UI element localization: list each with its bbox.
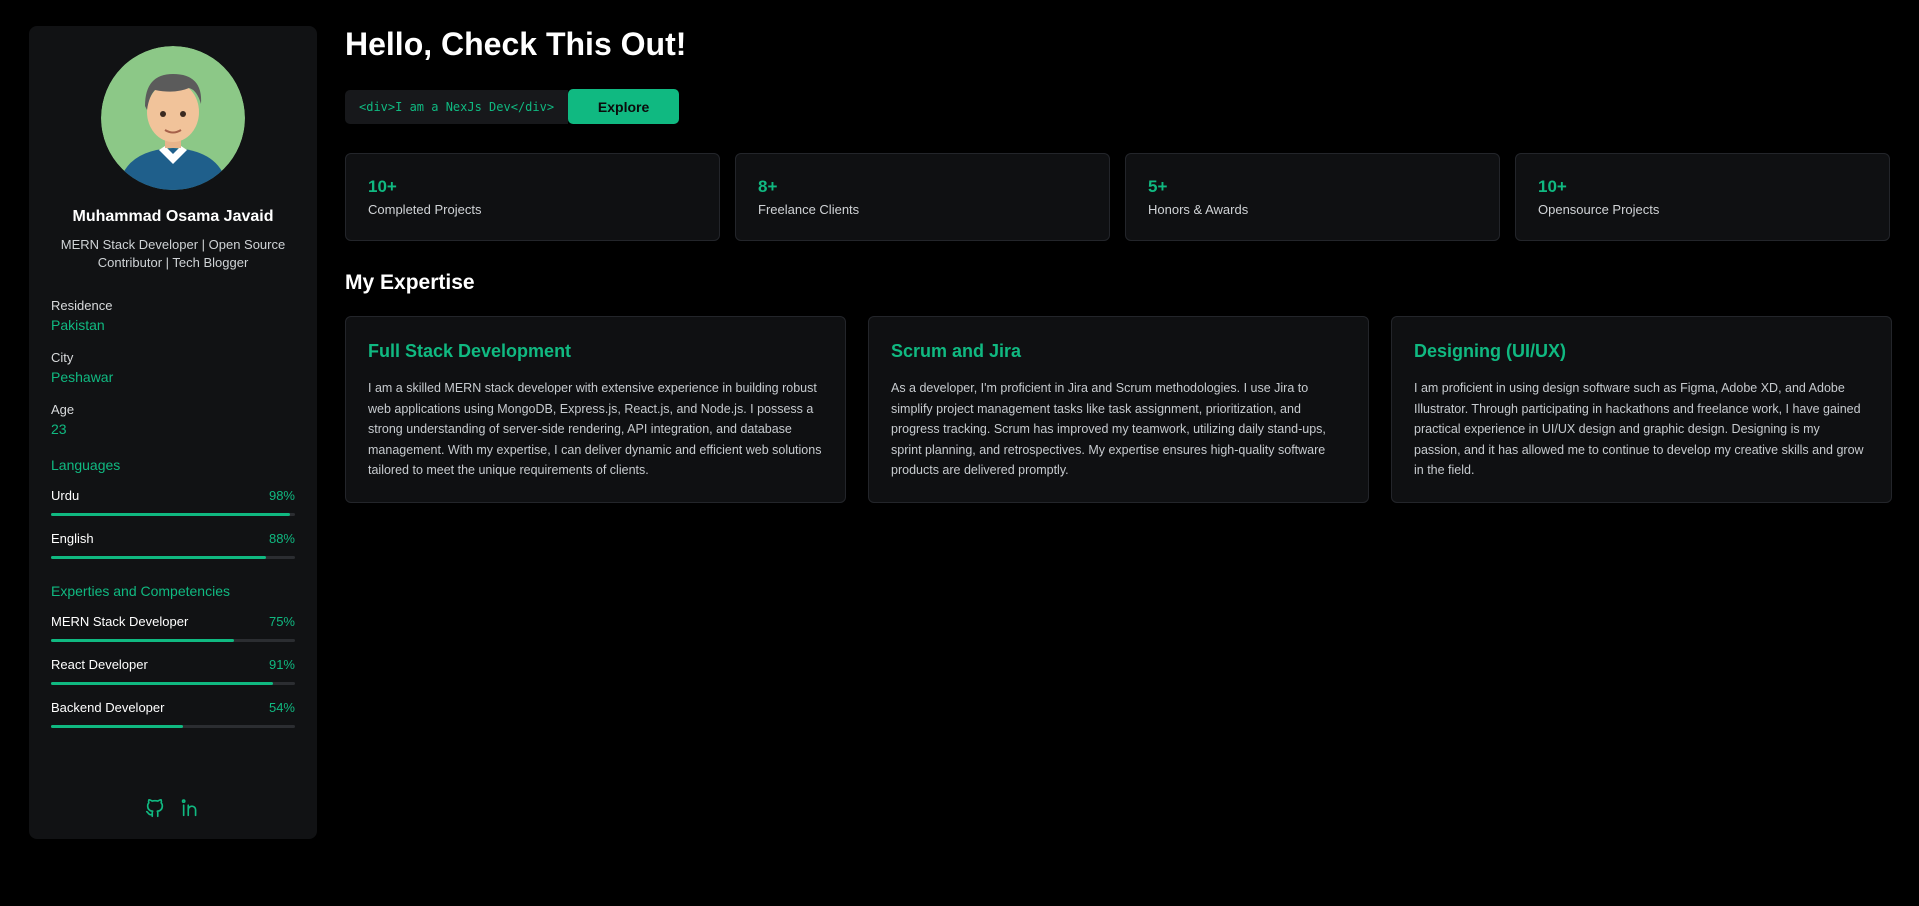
expertise-title: My Expertise (345, 271, 475, 294)
page-heading: Hello, Check This Out! (345, 26, 687, 62)
skill-percent: 54% (268, 700, 295, 715)
competency-backend: Backend Developer 54% (51, 700, 295, 728)
social-links (29, 797, 317, 819)
skill-name: React Developer (51, 657, 148, 672)
card-text: As a developer, I'm proficient in Jira a… (891, 381, 1326, 477)
card-title: Designing (UI/UX) (1414, 341, 1566, 361)
stat-card: 10+ Completed Projects (345, 153, 720, 241)
progress-fill (51, 556, 266, 559)
profile-title: MERN Stack Developer | Open Source Contr… (60, 237, 286, 270)
competencies-title: Experties and Competencies (51, 583, 230, 599)
skill-percent: 91% (268, 657, 295, 672)
info-age: Age 23 (51, 402, 295, 437)
expertise-card-scrum: Scrum and Jira As a developer, I'm profi… (868, 316, 1369, 503)
expertise-card-fullstack: Full Stack Development I am a skilled ME… (345, 316, 846, 503)
progress-fill (51, 682, 274, 685)
stat-value: 5+ (1148, 177, 1168, 196)
competency-mern: MERN Stack Developer 75% (51, 614, 295, 642)
page: Muhammad Osama Javaid MERN Stack Develop… (0, 0, 1919, 906)
intro-row: <div>I am a NexJs Dev</div> Explore (345, 89, 1892, 124)
stat-label: Completed Projects (368, 202, 482, 217)
info-value: Pakistan (51, 317, 105, 333)
stat-card: 10+ Opensource Projects (1515, 153, 1890, 241)
avatar (101, 46, 245, 190)
stat-card: 8+ Freelance Clients (735, 153, 1110, 241)
progress-bar (51, 725, 295, 728)
skill-name: English (51, 531, 94, 546)
progress-bar (51, 682, 295, 685)
skill-percent: 88% (268, 531, 295, 546)
skill-name: Backend Developer (51, 700, 165, 715)
info-label: City (51, 350, 74, 365)
expertise-cards: Full Stack Development I am a skilled ME… (345, 316, 1892, 503)
info-city: City Peshawar (51, 350, 295, 385)
code-snippet: <div>I am a NexJs Dev</div> (345, 89, 569, 124)
progress-bar (51, 556, 295, 559)
profile-sidebar: Muhammad Osama Javaid MERN Stack Develop… (29, 26, 317, 839)
progress-fill (51, 513, 291, 516)
stat-label: Freelance Clients (758, 202, 860, 217)
skill-percent: 75% (268, 614, 295, 629)
card-text: I am proficient in using design software… (1414, 381, 1864, 477)
linkedin-icon[interactable] (180, 797, 202, 819)
card-text: I am a skilled MERN stack developer with… (368, 381, 822, 477)
stat-value: 10+ (1538, 177, 1567, 196)
languages-title: Languages (51, 457, 121, 473)
main-content: Hello, Check This Out! <div>I am a NexJs… (345, 0, 1892, 503)
stat-card: 5+ Honors & Awards (1125, 153, 1500, 241)
competency-react: React Developer 91% (51, 657, 295, 685)
info-residence: Residence Pakistan (51, 298, 295, 333)
progress-fill (51, 725, 183, 728)
card-title: Full Stack Development (368, 341, 572, 361)
info-value: Peshawar (51, 369, 114, 385)
progress-fill (51, 639, 234, 642)
progress-bar (51, 513, 295, 516)
stat-value: 8+ (758, 177, 778, 196)
stat-label: Honors & Awards (1148, 202, 1249, 217)
skill-name: Urdu (51, 488, 80, 503)
github-icon[interactable] (144, 797, 166, 819)
skill-percent: 98% (268, 488, 295, 503)
info-value: 23 (51, 421, 67, 437)
stat-label: Opensource Projects (1538, 202, 1660, 217)
expertise-card-design: Designing (UI/UX) I am proficient in usi… (1391, 316, 1892, 503)
explore-button[interactable]: Explore (568, 89, 680, 124)
info-label: Residence (51, 298, 113, 313)
language-urdu: Urdu 98% (51, 488, 295, 516)
stats-row: 10+ Completed Projects 8+ Freelance Clie… (345, 153, 1892, 241)
info-label: Age (51, 402, 75, 417)
language-english: English 88% (51, 531, 295, 559)
profile-name: Muhammad Osama Javaid (72, 208, 274, 225)
card-title: Scrum and Jira (891, 341, 1022, 361)
skill-name: MERN Stack Developer (51, 614, 189, 629)
stat-value: 10+ (368, 177, 397, 196)
progress-bar (51, 639, 295, 642)
personal-info: Residence Pakistan City Peshawar Age 23 (51, 298, 295, 437)
